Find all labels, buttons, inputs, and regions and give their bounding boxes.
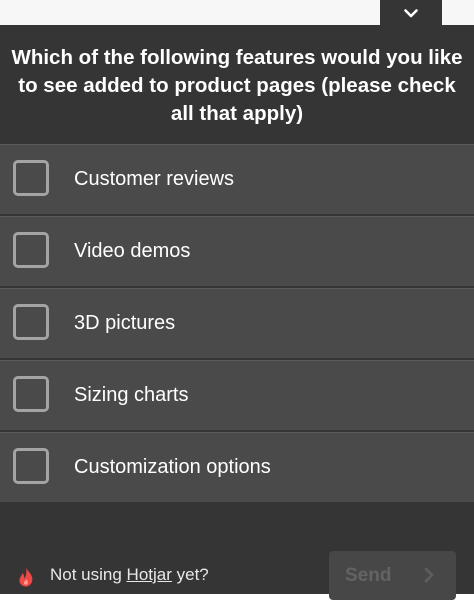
option-video-demos[interactable]: Video demos — [0, 216, 474, 286]
survey-question: Which of the following features would yo… — [11, 46, 463, 125]
option-label: Customer reviews — [74, 168, 235, 190]
send-label: Send — [345, 564, 392, 586]
hotjar-link[interactable]: Hotjar — [127, 565, 172, 584]
collapse-widget-button[interactable] — [380, 0, 442, 26]
chevron-down-icon — [404, 8, 418, 17]
checkbox[interactable] — [13, 232, 49, 268]
checkbox[interactable] — [13, 304, 49, 340]
checkbox[interactable] — [13, 160, 49, 196]
option-label: Customization options — [74, 456, 271, 478]
promo-prefix: Not using — [50, 565, 127, 584]
chevron-right-icon — [424, 567, 434, 583]
hotjar-promo-text: Not using Hotjar yet? — [50, 565, 209, 585]
survey-footer: Not using Hotjar yet? Send — [0, 506, 474, 600]
option-3d-pictures[interactable]: 3D pictures — [0, 288, 474, 358]
options-list: Customer reviews Video demos 3D pictures… — [0, 144, 474, 504]
option-label: Video demos — [74, 240, 191, 262]
option-label: 3D pictures — [74, 312, 176, 334]
checkbox[interactable] — [13, 448, 49, 484]
survey-widget: Which of the following features would yo… — [0, 25, 474, 600]
promo-suffix: yet? — [171, 565, 209, 584]
option-label: Sizing charts — [74, 384, 189, 406]
flame-icon — [19, 567, 33, 587]
checkbox[interactable] — [13, 376, 49, 412]
option-customization-options[interactable]: Customization options — [0, 432, 474, 502]
option-sizing-charts[interactable]: Sizing charts — [0, 360, 474, 430]
option-customer-reviews[interactable]: Customer reviews — [0, 144, 474, 214]
send-button[interactable]: Send — [329, 551, 456, 600]
